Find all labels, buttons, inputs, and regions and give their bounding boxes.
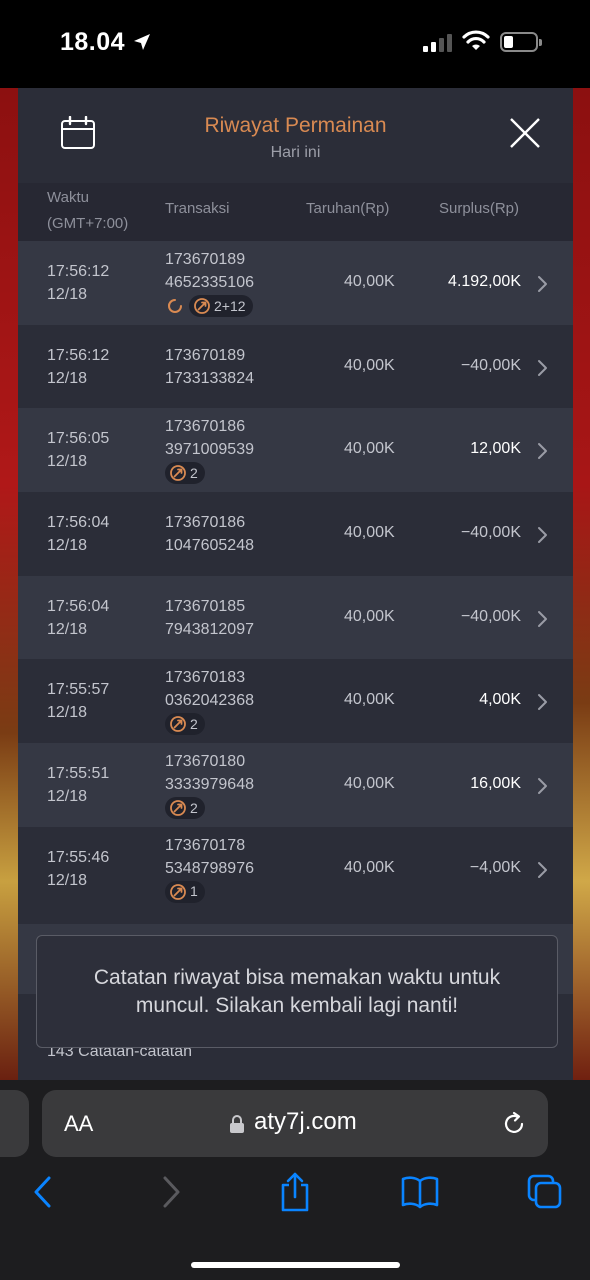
table-row[interactable]: 17:56:12 12/18 173670189 1733133824 40,00K −4…	[18, 324, 573, 409]
signal-icon	[423, 32, 452, 52]
row-transaction-id: 173670186 3971009539 2	[165, 415, 254, 485]
free-spin-badge: 2	[165, 462, 205, 485]
table-row[interactable]: 17:55:46 12/18 173670178 5348798976 1 40,00K −…	[18, 826, 573, 911]
row-transaction-id: 173670183 0362042368 2	[165, 666, 254, 736]
info-toast: Catatan riwayat bisa memakan waktu untuk…	[36, 935, 558, 1048]
row-time: 17:55:46 12/18	[47, 848, 110, 889]
table-row[interactable]: 17:55:51 12/18 173670180 3333979648 2 40,00K 1…	[18, 743, 573, 827]
game-background-right	[573, 88, 590, 1080]
chevron-right-icon[interactable]	[537, 275, 549, 298]
chevron-right-icon[interactable]	[537, 693, 549, 716]
column-time: Waktu (GMT+7:00)	[47, 189, 129, 232]
column-surplus: Surplus(Rp)	[439, 200, 520, 217]
free-spin-badge: 2+12	[189, 295, 253, 317]
share-icon[interactable]	[278, 1171, 312, 1213]
row-bet: 40,00K	[344, 273, 395, 290]
free-spin-badge: 1	[165, 880, 205, 903]
row-bet: 40,00K	[344, 607, 395, 625]
modal-subtitle[interactable]: Hari ini	[18, 144, 573, 162]
browser-toolbar	[0, 1172, 590, 1225]
row-time: 17:55:51 12/18	[47, 765, 110, 806]
table-row[interactable]: 17:56:04 12/18 173670186 1047605248 40,00K −4…	[18, 492, 573, 576]
row-surplus: 16,00K	[470, 775, 521, 793]
row-time: 17:56:04 12/18	[47, 597, 110, 638]
tabs-icon[interactable]	[526, 1173, 564, 1211]
table-row[interactable]: 17:56:12 12/18 173670189 4652335106 2+12 40,0…	[18, 241, 573, 325]
free-spin-badge: 2	[165, 797, 205, 820]
row-bet: 40,00K	[344, 356, 395, 374]
row-surplus: −40,00K	[460, 524, 521, 542]
home-indicator	[191, 1262, 400, 1268]
free-spin-icon	[169, 883, 187, 901]
chevron-right-icon[interactable]	[537, 861, 549, 884]
free-spin-icon	[169, 799, 187, 817]
status-bar: 18.04	[0, 0, 590, 88]
free-spin-icon	[169, 715, 187, 733]
bookmarks-icon[interactable]	[400, 1175, 440, 1209]
row-transaction-id: 173670178 5348798976 1	[165, 834, 254, 903]
browser-chrome: AA aty7j.com	[0, 1080, 590, 1280]
row-bet: 40,00K	[344, 858, 395, 876]
row-badges: 2+12	[165, 295, 254, 317]
status-time: 18.04	[60, 28, 126, 56]
game-background-left	[0, 88, 18, 1080]
row-time: 17:55:57 12/18	[47, 681, 110, 722]
row-surplus: 4.192,00K	[448, 273, 521, 290]
modal-header: Riwayat Permainan Hari ini	[18, 88, 573, 183]
column-bet: Taruhan(Rp)	[306, 200, 390, 217]
row-surplus: −4,00K	[469, 858, 521, 876]
forward-icon[interactable]	[160, 1175, 182, 1209]
toast-message: Catatan riwayat bisa memakan waktu untuk…	[93, 965, 501, 1017]
row-transaction-id: 173670189 1733133824	[165, 346, 254, 387]
row-transaction-id: 173670180 3333979648 2	[165, 750, 254, 820]
row-badges: 2	[165, 797, 254, 820]
chevron-right-icon[interactable]	[537, 777, 549, 800]
close-icon[interactable]	[508, 116, 542, 150]
back-icon[interactable]	[32, 1175, 54, 1209]
table-row[interactable]: 17:55:57 12/18 173670183 0362042368 2 40,00K 4…	[18, 659, 573, 744]
spin-icon	[165, 296, 185, 316]
row-surplus: 12,00K	[470, 440, 521, 458]
row-badges: 1	[165, 880, 254, 903]
row-badges: 2	[165, 713, 254, 736]
row-badges: 2	[165, 462, 254, 485]
wifi-icon	[462, 30, 490, 50]
previous-tab-peek[interactable]	[0, 1090, 29, 1157]
free-spin-badge: 2	[165, 713, 205, 736]
row-time: 17:56:12 12/18	[47, 346, 110, 387]
reader-options-button[interactable]: AA	[64, 1111, 93, 1137]
row-time: 17:56:12 12/18	[47, 263, 110, 303]
row-surplus: −40,00K	[460, 356, 521, 374]
url-text[interactable]: aty7j.com	[254, 1108, 357, 1136]
row-transaction-id: 173670186 1047605248	[165, 514, 254, 555]
row-bet: 40,00K	[344, 775, 395, 793]
row-transaction-id: 173670189 4652335106 2+12	[165, 248, 254, 317]
battery-icon	[500, 32, 542, 52]
chevron-right-icon[interactable]	[537, 359, 549, 382]
history-list: 17:56:12 12/18 173670189 4652335106 2+12 40,0…	[18, 241, 573, 911]
row-time: 17:56:04 12/18	[47, 514, 110, 555]
location-arrow-icon	[134, 34, 150, 50]
free-spin-icon	[169, 464, 187, 482]
chevron-right-icon[interactable]	[537, 442, 549, 465]
table-header: Waktu (GMT+7:00) Transaksi Taruhan(Rp) S…	[18, 183, 573, 241]
row-bet: 40,00K	[344, 440, 395, 458]
row-bet: 40,00K	[344, 524, 395, 542]
column-transaction: Transaksi	[165, 200, 230, 217]
reload-icon[interactable]	[501, 1111, 527, 1137]
row-transaction-id: 173670185 7943812097	[165, 597, 254, 638]
row-surplus: −40,00K	[460, 607, 521, 625]
address-bar[interactable]: AA aty7j.com	[42, 1090, 548, 1157]
row-surplus: 4,00K	[479, 691, 521, 709]
modal-title: Riwayat Permainan	[204, 114, 387, 137]
game-history-modal: Riwayat Permainan Hari ini Waktu (GMT+7:…	[18, 88, 573, 1080]
chevron-right-icon[interactable]	[537, 610, 549, 633]
free-spin-icon	[193, 297, 211, 315]
row-bet: 40,00K	[344, 691, 395, 709]
lock-icon	[230, 1115, 244, 1133]
table-row[interactable]: 17:56:05 12/18 173670186 3971009539 2 40,00K 1…	[18, 408, 573, 493]
row-time: 17:56:05 12/18	[47, 430, 110, 471]
chevron-right-icon[interactable]	[537, 526, 549, 549]
table-row[interactable]: 17:56:04 12/18 173670185 7943812097 40,00K −4…	[18, 575, 573, 660]
